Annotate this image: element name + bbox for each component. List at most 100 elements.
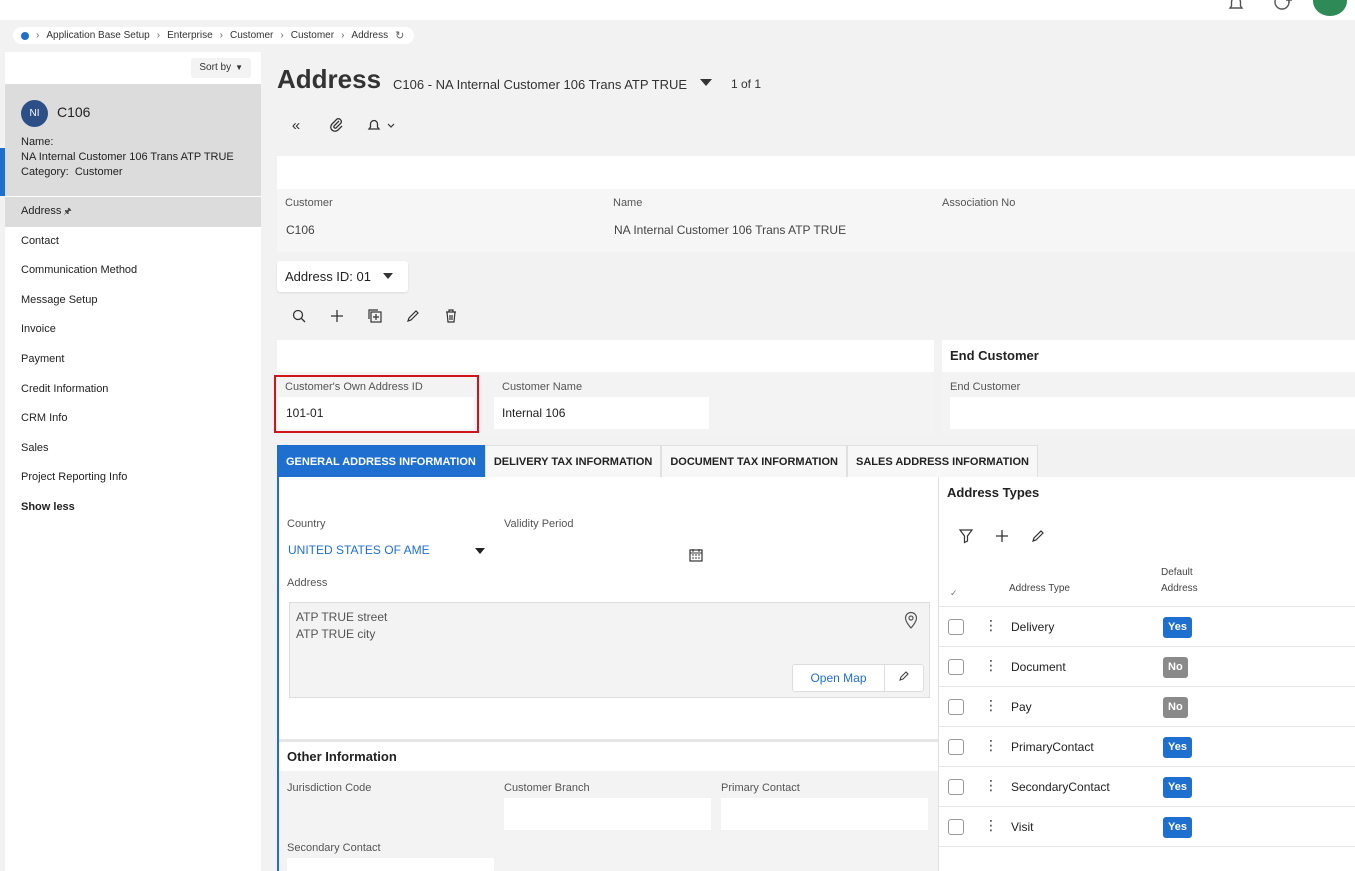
breadcrumb-item[interactable]: Customer: [230, 30, 273, 41]
record-category-label: Category:: [21, 166, 69, 178]
column-default-address[interactable]: Default Address: [1161, 565, 1198, 597]
nav-item-message-setup[interactable]: Message Setup: [5, 286, 261, 316]
table-row[interactable]: ⋮ Visit Yes: [939, 807, 1355, 847]
kebab-icon[interactable]: ⋮: [984, 697, 998, 714]
kebab-icon[interactable]: ⋮: [984, 657, 998, 674]
kebab-icon[interactable]: ⋮: [984, 617, 998, 634]
nav-item-address[interactable]: Address 🖈: [5, 197, 261, 227]
nav-item-credit-information[interactable]: Credit Information: [5, 375, 261, 405]
caret-down-icon[interactable]: [700, 79, 712, 86]
sort-by-button[interactable]: Sort by ▼: [191, 58, 251, 78]
chevron-right-icon: ›: [36, 30, 40, 41]
open-map-button[interactable]: Open Map: [793, 665, 885, 691]
table-row[interactable]: ⋮ PrimaryContact Yes: [939, 727, 1355, 767]
address-type-cell: Document: [1011, 660, 1066, 674]
end-customer-field[interactable]: [950, 397, 1355, 429]
record-name-label: Name:: [21, 136, 54, 148]
nav-item-communication-method[interactable]: Communication Method: [5, 256, 261, 286]
row-checkbox[interactable]: [948, 739, 964, 755]
breadcrumb-item[interactable]: Address: [351, 30, 388, 41]
add-icon[interactable]: [991, 525, 1013, 547]
collapse-icon[interactable]: «: [285, 114, 307, 136]
address-id-selector[interactable]: Address ID: 01: [277, 261, 408, 292]
record-count: 1 of 1: [731, 77, 762, 91]
nav-item-project-reporting-info[interactable]: Project Reporting Info: [5, 463, 261, 493]
nav-item-contact[interactable]: Contact: [5, 227, 261, 257]
breadcrumb-item[interactable]: Application Base Setup: [46, 30, 149, 41]
pin-icon: 🖈: [63, 206, 72, 216]
nav-item-sales[interactable]: Sales: [5, 434, 261, 464]
edit-icon[interactable]: [1027, 525, 1049, 547]
table-row[interactable]: ⋮ Document No: [939, 647, 1355, 687]
other-information-fields: Jurisdiction Code Customer Branch Primar…: [279, 771, 938, 871]
end-customer-card: End Customer End Customer: [942, 340, 1355, 436]
column-address-type[interactable]: Address Type: [1009, 581, 1070, 597]
nav-item-crm-info[interactable]: CRM Info: [5, 404, 261, 434]
home-icon[interactable]: [21, 31, 29, 40]
top-bar: [0, 0, 1355, 20]
address-type-cell: Visit: [1011, 820, 1034, 834]
highlight-box: [274, 375, 479, 433]
caret-down-icon: ▼: [235, 63, 243, 72]
country-select[interactable]: UNITED STATES OF AME: [285, 534, 494, 566]
notification-icon[interactable]: [365, 114, 399, 136]
tab-document-tax-information[interactable]: DOCUMENT TAX INFORMATION: [661, 445, 847, 477]
record-card[interactable]: NI C106 Name: NA Internal Customer 106 T…: [0, 84, 261, 196]
row-checkbox[interactable]: [948, 659, 964, 675]
table-row[interactable]: ⋮ SecondaryContact Yes: [939, 767, 1355, 807]
kebab-icon[interactable]: ⋮: [984, 777, 998, 794]
tab-bar: GENERAL ADDRESS INFORMATION DELIVERY TAX…: [277, 445, 1038, 477]
address-type-cell: SecondaryContact: [1011, 780, 1110, 794]
calendar-icon[interactable]: [689, 542, 703, 574]
kebab-icon[interactable]: ⋮: [984, 737, 998, 754]
filter-icon[interactable]: [955, 525, 977, 547]
address-type-cell: Pay: [1011, 700, 1032, 714]
table-row[interactable]: ⋮ Pay No: [939, 687, 1355, 727]
edit-icon[interactable]: [885, 665, 923, 691]
bell-icon[interactable]: [1226, 0, 1248, 14]
help-icon[interactable]: [1272, 0, 1294, 14]
breadcrumb-item[interactable]: Enterprise: [167, 30, 213, 41]
primary-contact-field[interactable]: [721, 798, 928, 830]
customer-name-field[interactable]: Internal 106: [494, 397, 709, 429]
select-all-check-icon[interactable]: ✓: [950, 585, 958, 601]
delete-icon[interactable]: [440, 305, 462, 327]
address-field[interactable]: ATP TRUE street ATP TRUE city Open Map: [289, 602, 930, 698]
validity-period-field[interactable]: [504, 534, 711, 566]
row-checkbox[interactable]: [948, 699, 964, 715]
edit-icon[interactable]: [402, 305, 424, 327]
attachment-icon[interactable]: [325, 114, 347, 136]
address-toolbar: [288, 305, 462, 327]
duplicate-icon[interactable]: [364, 305, 386, 327]
breadcrumb-item[interactable]: Customer: [291, 30, 334, 41]
search-icon[interactable]: [288, 305, 310, 327]
end-customer-label: End Customer: [950, 381, 1021, 393]
table-row[interactable]: ⋮ Delivery Yes: [939, 607, 1355, 647]
tab-general-address-information[interactable]: GENERAL ADDRESS INFORMATION: [277, 445, 485, 477]
record-selector[interactable]: C106 - NA Internal Customer 106 Trans AT…: [393, 77, 687, 92]
customer-branch-field[interactable]: [504, 798, 711, 830]
kebab-icon[interactable]: ⋮: [984, 817, 998, 834]
tab-sales-address-information[interactable]: SALES ADDRESS INFORMATION: [847, 445, 1038, 477]
address-type-cell: PrimaryContact: [1011, 740, 1094, 754]
nav-item-label: Address: [21, 205, 62, 217]
default-address-badge: Yes: [1163, 617, 1192, 638]
row-checkbox[interactable]: [948, 819, 964, 835]
tab-delivery-tax-information[interactable]: DELIVERY TAX INFORMATION: [484, 445, 662, 477]
column-default-address-line: Default: [1161, 567, 1193, 578]
primary-contact-label: Primary Contact: [721, 782, 800, 794]
end-customer-fields: End Customer: [942, 372, 1355, 436]
nav-item-payment[interactable]: Payment: [5, 345, 261, 375]
row-checkbox[interactable]: [948, 619, 964, 635]
refresh-icon[interactable]: ↻: [395, 29, 404, 42]
customer-label: Customer: [285, 197, 333, 209]
column-default-address-line: Address: [1161, 583, 1198, 594]
row-checkbox[interactable]: [948, 779, 964, 795]
address-text: ATP TRUE street ATP TRUE city: [296, 609, 387, 643]
show-less-link[interactable]: Show less: [5, 493, 261, 523]
add-icon[interactable]: [326, 305, 348, 327]
user-avatar[interactable]: [1313, 0, 1347, 16]
nav-item-invoice[interactable]: Invoice: [5, 315, 261, 345]
secondary-contact-field[interactable]: [287, 858, 494, 871]
customer-value: C106: [286, 223, 315, 237]
